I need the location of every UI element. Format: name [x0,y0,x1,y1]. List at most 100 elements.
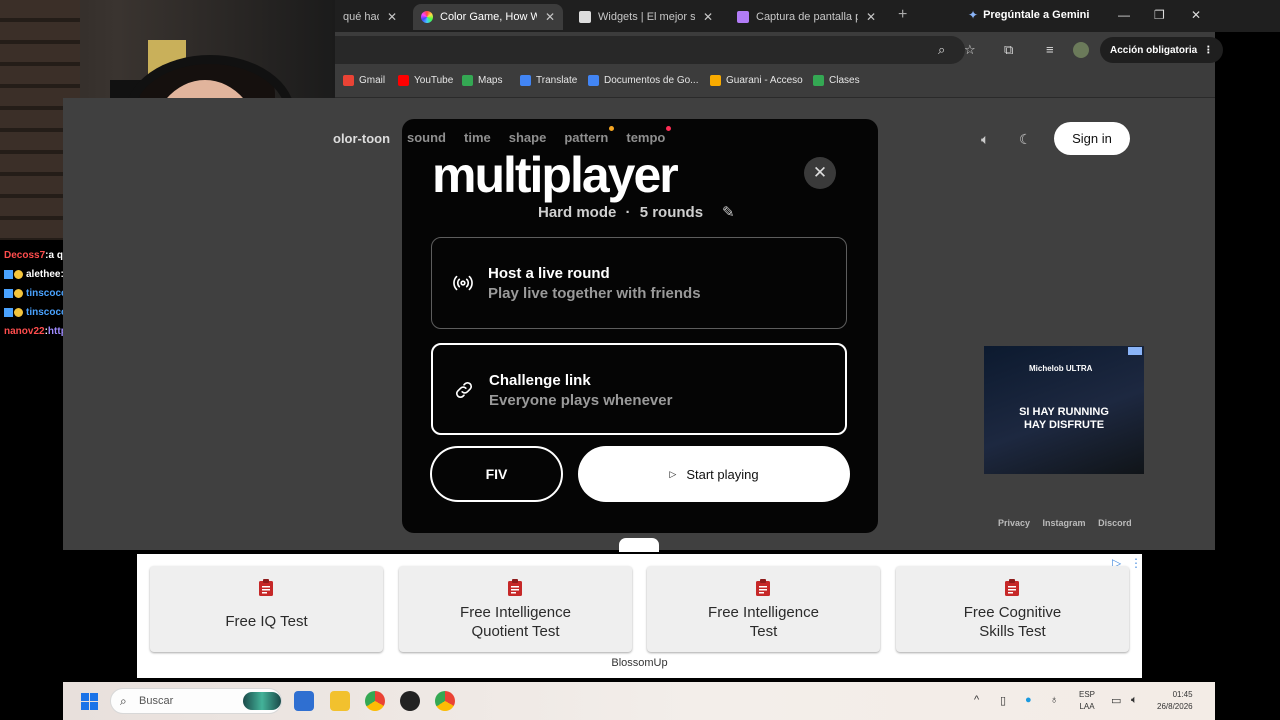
ad-card-title: Free Intelligence [708,604,819,621]
file-explorer-icon[interactable] [330,691,350,711]
bookmark-4[interactable]: Documentos de Go... [588,75,699,86]
footer-links: Privacy Instagram Discord [998,518,1142,528]
browser-tabbar: qué hacer c ✕ Color Game, How Well C ✕ W… [335,0,1280,32]
dark-mode-icon[interactable]: ☾ [1019,131,1032,148]
bookmark-label: Translate [536,75,578,86]
ad-card[interactable]: Free Intelligence Quotient Test [399,566,632,652]
tab-close-icon[interactable]: ✕ [866,10,876,24]
tab-close-icon[interactable]: ✕ [387,10,397,24]
ad-card[interactable]: Free Intelligence Test [647,566,880,652]
chrome-profile-icon[interactable] [435,691,455,711]
discord-link[interactable]: Discord [1098,518,1132,528]
separator: · [625,204,631,221]
chat-username[interactable]: Decoss7 [4,246,45,265]
player-name-button[interactable]: FIV [430,446,563,502]
ad-more-icon[interactable]: ⋮ [1130,556,1142,570]
tab-1[interactable]: qué hacer c ✕ [335,4,405,30]
host-live-round-option[interactable]: Host a live round Play live together wit… [431,237,847,329]
edit-settings-icon[interactable]: ✎ [722,203,735,221]
gemini-button[interactable]: ✦ Pregúntale a Gemini [968,8,1089,22]
ad-card-title: Free Cognitive [963,604,1062,621]
ad-card-title-line2: Test [749,623,778,640]
action-required-button[interactable]: Acción obligatoria ⋮ [1100,37,1224,63]
sub-badge-icon [14,289,23,298]
tab-time[interactable]: time [464,130,491,145]
close-modal-button[interactable]: ✕ [804,157,836,189]
rounds-label: 5 rounds [639,204,704,221]
tab-close-icon[interactable]: ✕ [703,10,713,24]
bookmark-label: Clases [829,75,860,86]
obs-icon[interactable] [400,691,420,711]
prime-badge-icon [4,270,13,279]
media-control-icon[interactable]: ≡ [1046,42,1054,57]
ad-choices-icon[interactable] [1128,347,1142,355]
tab-shape[interactable]: shape [509,130,547,145]
broadcast-icon [453,275,473,291]
start-playing-button[interactable]: ▷ Start playing [578,446,850,502]
bookmark-star-icon[interactable]: ☆ [964,42,976,58]
tab-sound[interactable]: sound [407,130,446,145]
input-language[interactable]: ESP LAA [1079,689,1095,713]
microsoft-store-icon[interactable] [294,691,314,711]
windows-start-icon[interactable] [81,693,98,710]
challenge-link-option[interactable]: Challenge link Everyone plays whenever [431,343,847,435]
tab-pattern[interactable]: pattern [564,126,615,145]
new-tab-button[interactable]: + [898,6,907,24]
bookmark-2[interactable]: Maps [462,75,502,86]
bookmark-5[interactable]: Guarani - Acceso [710,75,803,86]
bookmark-favicon-icon [813,75,824,86]
taskbar-search[interactable]: ⌕ Buscar [110,688,282,714]
bookmark-0[interactable]: Gmail [343,75,385,86]
option-title: Challenge link [489,372,591,389]
tray-expand-icon[interactable]: ^ [974,694,979,706]
microphone-icon[interactable]: ♁ [1050,694,1058,706]
prime-badge-icon [4,308,13,317]
tab-3[interactable]: Widgets | El mejor softw ✕ [571,4,721,30]
lang-code: ESP [1079,690,1096,699]
chrome-icon[interactable] [365,691,385,711]
ad-brand[interactable]: BlossomUp [137,657,1142,669]
address-bar[interactable] [335,36,965,64]
bookmark-3[interactable]: Translate [520,75,577,86]
bookmark-label: YouTube [414,75,454,86]
chat-username[interactable]: alethee [26,265,60,284]
bookmark-1[interactable]: YouTube [398,75,453,86]
security-icon[interactable]: ● [1025,694,1032,706]
ad-card-title-line2: Skills Test [979,623,1046,640]
instagram-link[interactable]: Instagram [1043,518,1086,528]
option-description: Play live together with friends [488,285,701,302]
bookmark-favicon-icon [710,75,721,86]
profile-avatar[interactable] [1073,42,1089,58]
window-close-icon[interactable]: ✕ [1191,8,1201,22]
bookmark-6[interactable]: Clases [813,75,860,86]
volume-tray-icon[interactable]: 🔈︎ [1131,694,1138,707]
battery-icon[interactable]: ▯ [1000,694,1006,707]
chat-username[interactable]: nanov22 [4,322,45,341]
capture-favicon [737,11,749,23]
bookmark-favicon-icon [343,75,354,86]
ad-line-1: SI HAY RUNNING [1019,406,1109,418]
tab-close-icon[interactable]: ✕ [545,10,555,24]
ad-card-title-line2: Quotient Test [471,623,560,640]
minimize-icon[interactable]: — [1118,8,1130,22]
restore-icon[interactable]: ❐ [1154,8,1165,22]
side-nav-link[interactable]: olor-toon [333,131,390,146]
tab-2[interactable]: Color Game, How Well C ✕ [413,4,563,30]
start-playing-label: Start playing [686,466,759,482]
tab-4[interactable]: Captura de pantalla por ✕ [729,4,884,30]
multiplayer-modal: sound time shape pattern tempo multiplayer H… [402,119,878,533]
bookmark-label: Guarani - Acceso [726,75,803,86]
side-advertisement[interactable]: Michelob ULTRA SI HAY RUNNING HAY DISFRU… [984,346,1144,474]
ad-card[interactable]: Free IQ Test [150,566,383,652]
privacy-link[interactable]: Privacy [998,518,1030,528]
sign-in-button[interactable]: Sign in [1054,122,1130,155]
volume-icon[interactable]: 🔈︎ [981,131,989,148]
system-clock[interactable]: 01:45 26/8/2026 [1157,689,1193,713]
ad-card-title: Free IQ Test [225,613,308,630]
ad-card[interactable]: Free Cognitive Skills Test [896,566,1129,652]
extensions-icon[interactable]: ⧉ [1004,42,1013,58]
zoom-icon[interactable]: ⌕ [938,42,945,58]
scroll-handle[interactable] [619,538,659,552]
tab-tempo[interactable]: tempo [626,126,672,145]
network-icon[interactable]: ▭ [1111,694,1121,707]
